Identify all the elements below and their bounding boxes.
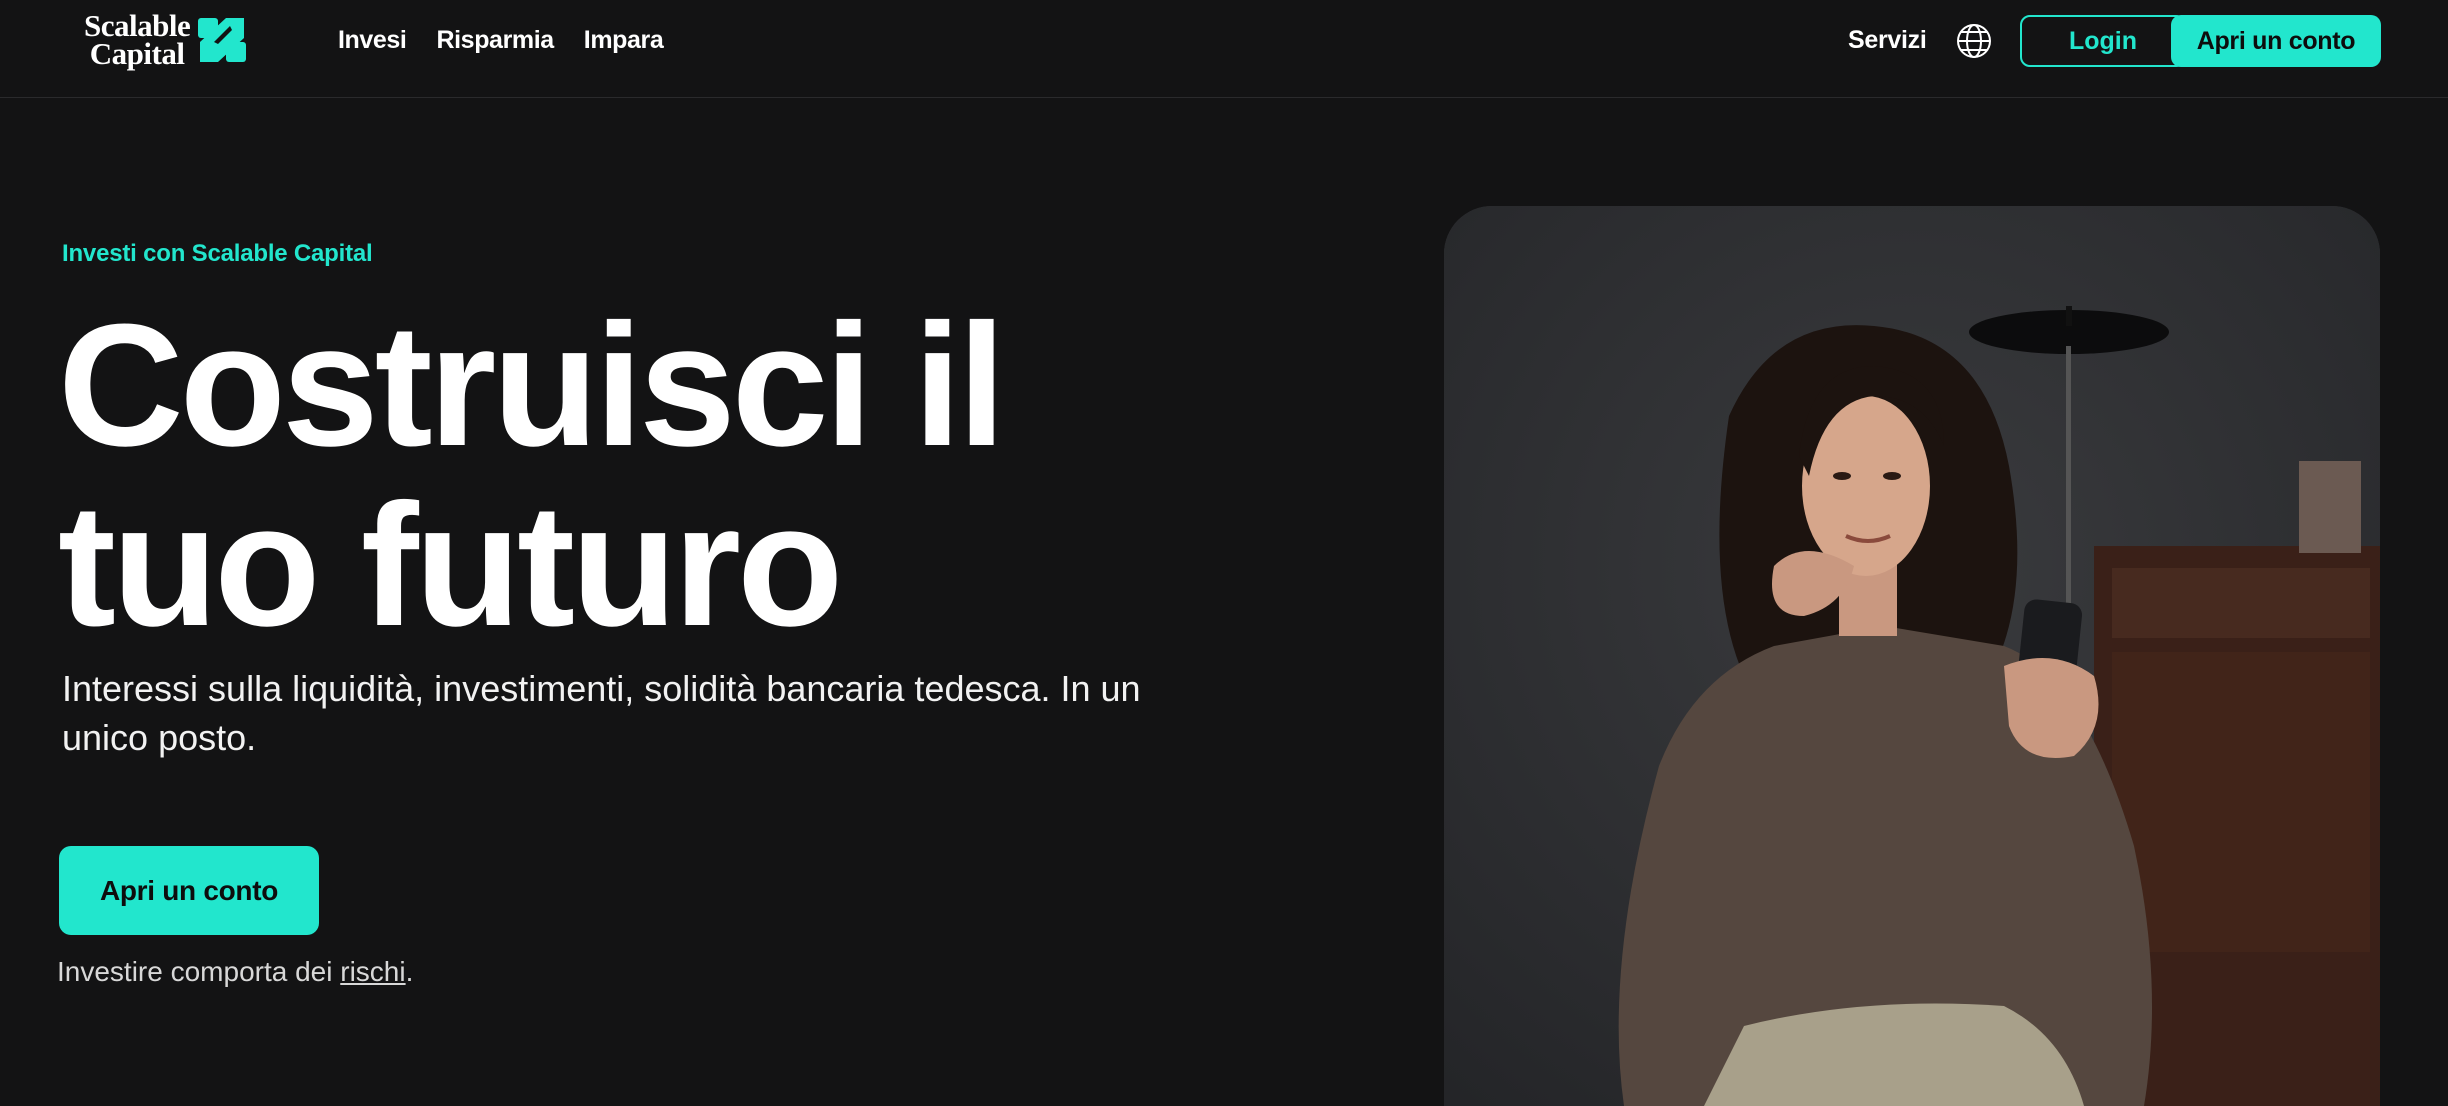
open-account-button-hero[interactable]: Apri un conto [59,846,319,935]
open-account-button-header[interactable]: Apri un conto [2171,15,2381,67]
nav-item-risparmia[interactable]: Risparmia [436,24,554,56]
risk-suffix: . [405,956,414,987]
scalable-capital-logo[interactable]: Scalable Capital [84,10,248,70]
hero-headline: Costruisci il tuo futuro [58,295,1158,655]
logo-line-2: Capital [89,36,185,71]
woman-with-phone-illustration [1444,206,2380,1106]
risk-link[interactable]: rischi [340,956,405,987]
main-nav: Invesi Risparmia Impara [338,24,664,56]
hero-photo [1444,206,2380,1106]
login-button[interactable]: Login [2020,15,2186,67]
logo-wordmark: Scalable Capital [84,10,191,71]
risk-prefix: Investire comporta dei [57,956,341,987]
globe-icon[interactable] [1955,22,1993,60]
nav-item-investi[interactable]: Invesi [338,24,407,56]
headline-line-2: tuo futuro [58,467,843,662]
hero-subtitle: Interessi sulla liquidità, investimenti,… [62,668,1141,758]
risk-disclaimer: Investire comporta dei rischi. [57,956,413,988]
servizi-link[interactable]: Servizi [1848,24,1927,56]
top-navigation-bar: Scalable Capital Invesi Risparmia Impara… [0,0,2448,98]
scalable-s-logo-icon [198,18,247,62]
headline-line-1: Costruisci il [58,287,1006,482]
nav-item-impara[interactable]: Impara [584,24,664,56]
hero-eyebrow: Investi con Scalable Capital [62,240,373,267]
